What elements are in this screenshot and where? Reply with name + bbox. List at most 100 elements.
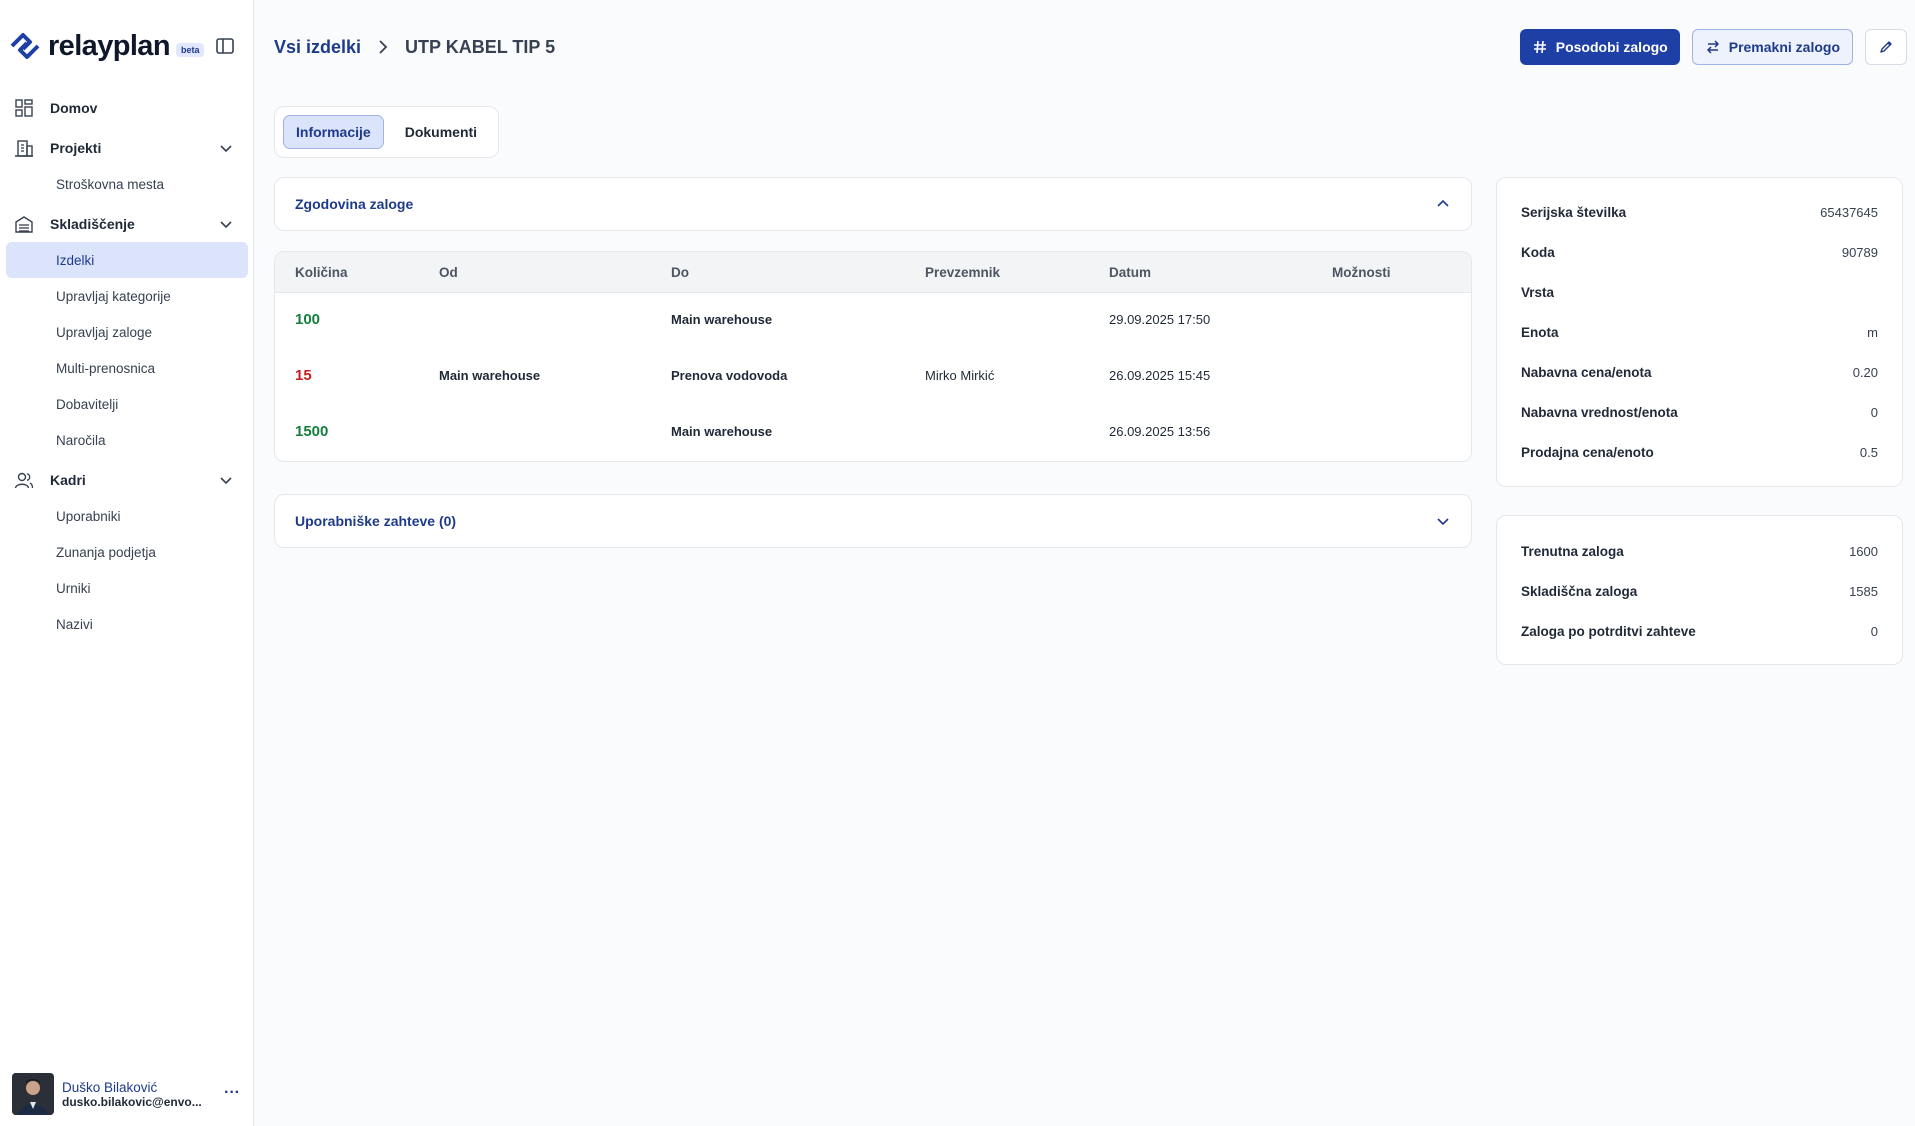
move-stock-button[interactable]: Premakni zalogo	[1691, 29, 1853, 65]
stock-label: Skladiščna zaloga	[1521, 583, 1638, 599]
detail-label: Vrsta	[1521, 284, 1555, 300]
user-profile[interactable]: Duško Bilaković dusko.bilakovic@envo... …	[12, 1072, 242, 1116]
sidebar-item-nazivi[interactable]: Nazivi	[6, 606, 248, 642]
sidebar-section-label: Projekti	[50, 140, 102, 156]
column-header: Do	[671, 265, 689, 280]
to-cell: Main warehouse	[671, 312, 773, 327]
chevron-down-icon[interactable]	[1435, 513, 1451, 529]
table-header: Količina Od Do Prevzemnik Datum Možnosti	[275, 252, 1471, 293]
stock-value: 1585	[1849, 583, 1878, 599]
detail-row: Vrsta	[1497, 272, 1902, 312]
to-cell: Main warehouse	[671, 424, 773, 439]
stock-row: Zaloga po potrditvi zahteve 0	[1497, 611, 1902, 651]
pencil-icon	[1880, 41, 1892, 53]
sidebar-section-label: Kadri	[50, 472, 86, 488]
tab-bar: Informacije Dokumenti	[274, 106, 500, 158]
sidebar-item-label: Domov	[50, 100, 98, 116]
stock-row: Skladiščna zaloga 1585	[1497, 571, 1902, 611]
breadcrumb: Vsi izdelki UTP KABEL TIP 5	[274, 34, 555, 60]
edit-button[interactable]	[1865, 29, 1907, 65]
quantity-cell: 1500	[295, 423, 329, 440]
sidebar-nav: Domov Projekti Stroškovna mesta Skladišč…	[0, 90, 254, 642]
avatar	[12, 1073, 54, 1115]
update-stock-button[interactable]: Posodobi zalogo	[1519, 29, 1680, 65]
sidebar-section-skladiscenje[interactable]: Skladiščenje	[0, 206, 254, 242]
page-title: UTP KABEL TIP 5	[405, 36, 556, 57]
breadcrumb-parent-link[interactable]: Vsi izdelki	[274, 37, 361, 58]
more-options-icon[interactable]: ···	[224, 1084, 240, 1102]
detail-value: 65437645	[1820, 204, 1878, 220]
table-row[interactable]: 100 Main warehouse 29.09.2025 17:50	[275, 293, 1471, 349]
from-cell: Main warehouse	[439, 368, 541, 383]
user-requests-accordion[interactable]: Uporabniške zahteve (0)	[274, 494, 1472, 548]
sidebar: relayplan beta Domov Projekti Stroškovna…	[0, 0, 254, 1126]
sidebar-item-uporabniki[interactable]: Uporabniki	[6, 498, 248, 534]
hash-icon	[1533, 40, 1546, 54]
stock-value: 1600	[1849, 543, 1878, 559]
detail-label: Serijska številka	[1521, 204, 1627, 220]
quantity-cell: 15	[295, 367, 312, 384]
stock-summary-card: Trenutna zaloga 1600 Skladiščna zaloga 158…	[1496, 515, 1903, 665]
sidebar-item-urniki[interactable]: Urniki	[6, 570, 248, 606]
detail-value: m	[1867, 324, 1878, 340]
sidebar-item-izdelki[interactable]: Izdelki	[6, 242, 248, 278]
sidebar-item-domov[interactable]: Domov	[0, 90, 254, 126]
stock-row: Trenutna zaloga 1600	[1497, 531, 1902, 571]
detail-row: Koda 90789	[1497, 232, 1902, 272]
quantity-cell: 100	[295, 311, 321, 328]
sidebar-item-multi-prenosnica[interactable]: Multi-prenosnica	[6, 350, 248, 386]
update-stock-label: Posodobi zalogo	[1555, 39, 1668, 55]
column-header: Od	[439, 265, 458, 280]
date-cell: 26.09.2025 15:45	[1109, 368, 1211, 383]
detail-value: 0.5	[1859, 444, 1878, 460]
column-header: Datum	[1109, 265, 1152, 280]
warehouse-icon	[14, 214, 34, 234]
sidebar-section-label: Skladiščenje	[50, 216, 135, 232]
sidebar-item-upravljaj-zaloge[interactable]: Upravljaj zaloge	[6, 314, 248, 350]
detail-row: Prodajna cena/enoto 0.5	[1497, 432, 1902, 472]
sidebar-item-zunanja-podjetja[interactable]: Zunanja podjetja	[6, 534, 248, 570]
chevron-down-icon[interactable]	[218, 140, 234, 156]
sidebar-item-stroskovna-mesta[interactable]: Stroškovna mesta	[6, 166, 248, 202]
arrows-swap-icon	[1706, 40, 1719, 54]
table-row[interactable]: 1500 Main warehouse 26.09.2025 13:56	[275, 405, 1471, 461]
sidebar-toggle-icon[interactable]	[214, 35, 236, 57]
chevron-up-icon[interactable]	[1435, 196, 1451, 212]
header-actions: Posodobi zalogo Premakni zalogo	[1519, 29, 1907, 65]
move-stock-label: Premakni zalogo	[1728, 39, 1840, 55]
detail-row: Nabavna vrednost/enota 0	[1497, 392, 1902, 432]
column-header: Prevzemnik	[925, 265, 1001, 280]
product-details-card: Serijska številka 65437645 Koda 90789 Vrst…	[1496, 177, 1903, 487]
detail-value: 0	[1870, 404, 1878, 420]
detail-row: Serijska številka 65437645	[1497, 192, 1902, 232]
detail-label: Nabavna vrednost/enota	[1521, 404, 1678, 420]
detail-value: 0.20	[1852, 364, 1878, 380]
detail-label: Nabavna cena/enota	[1521, 364, 1652, 380]
accordion-title: Uporabniške zahteve (0)	[295, 513, 457, 529]
chevron-down-icon[interactable]	[218, 472, 234, 488]
date-cell: 26.09.2025 13:56	[1109, 424, 1211, 439]
column-header: Količina	[295, 265, 348, 280]
detail-label: Enota	[1521, 324, 1559, 340]
sidebar-section-projekti[interactable]: Projekti	[0, 130, 254, 166]
sidebar-item-narocila[interactable]: Naročila	[6, 422, 248, 458]
brand[interactable]: relayplan beta	[6, 24, 205, 68]
chevron-down-icon[interactable]	[218, 216, 234, 232]
column-header: Možnosti	[1332, 265, 1391, 280]
sidebar-section-kadri[interactable]: Kadri	[0, 462, 254, 498]
sidebar-item-dobavitelji[interactable]: Dobavitelji	[6, 386, 248, 422]
stock-history-accordion[interactable]: Zgodovina zaloge	[274, 177, 1472, 231]
table-row[interactable]: 15 Main warehouse Prenova vodovoda Mirko…	[275, 349, 1471, 405]
detail-value: 90789	[1841, 244, 1878, 260]
tab-dokumenti[interactable]: Dokumenti	[392, 115, 490, 149]
detail-label: Koda	[1521, 244, 1555, 260]
beta-badge: beta	[175, 43, 205, 57]
to-cell: Prenova vodovoda	[671, 368, 788, 383]
accordion-title: Zgodovina zaloge	[295, 196, 414, 212]
building-icon	[14, 138, 34, 158]
detail-label: Prodajna cena/enoto	[1521, 444, 1654, 460]
stock-history-table: Količina Od Do Prevzemnik Datum Možnosti…	[274, 251, 1472, 462]
brand-name: relayplan	[48, 29, 171, 62]
tab-informacije[interactable]: Informacije	[283, 115, 384, 149]
sidebar-item-upravljaj-kategorije[interactable]: Upravljaj kategorije	[6, 278, 248, 314]
